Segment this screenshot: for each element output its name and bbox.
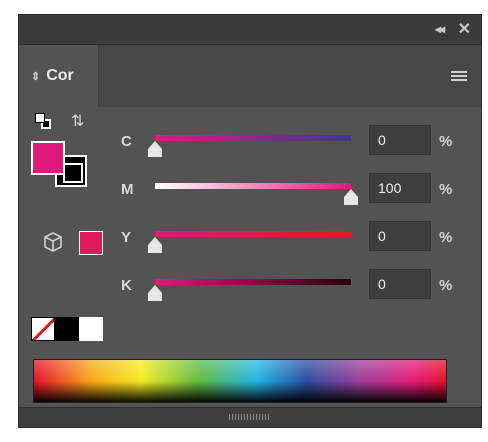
unit-k: % <box>439 277 453 294</box>
tab-row: ⇕ Cor <box>19 45 481 107</box>
slider-track-y[interactable] <box>155 231 351 237</box>
panel-content: ⇅ C 0 % M 100 % Y 0 % K 0 % <box>19 107 481 407</box>
slider-thumb-m[interactable] <box>344 189 358 205</box>
slider-label-m: M <box>121 181 134 198</box>
panel-title-bar: ◂◂ ✕ <box>19 15 481 45</box>
unit-y: % <box>439 229 453 246</box>
input-k[interactable]: 0 <box>369 269 431 299</box>
expand-options-icon[interactable]: ⇕ <box>31 70 40 83</box>
none-swatch[interactable] <box>31 317 55 341</box>
slider-label-k: K <box>121 277 132 294</box>
slider-label-y: Y <box>121 229 132 246</box>
input-m[interactable]: 100 <box>369 173 431 203</box>
input-y[interactable]: 0 <box>369 221 431 251</box>
slider-thumb-y[interactable] <box>148 237 162 253</box>
slider-row-c: C 0 % <box>19 121 481 165</box>
close-icon[interactable]: ✕ <box>458 19 471 39</box>
slider-track-k[interactable] <box>155 279 351 285</box>
resize-grip[interactable] <box>229 414 269 420</box>
unit-m: % <box>439 181 453 198</box>
panel-bottom-bar <box>19 407 481 427</box>
slider-track-c[interactable] <box>155 135 351 141</box>
slider-row-m: M 100 % <box>19 169 481 213</box>
quick-swatches <box>31 317 103 341</box>
tab-color[interactable]: ⇕ Cor <box>19 45 99 107</box>
slider-row-k: K 0 % <box>19 265 481 309</box>
slider-track-m[interactable] <box>155 183 351 189</box>
panel-menu-icon[interactable] <box>451 71 467 83</box>
collapse-panel-icon[interactable]: ◂◂ <box>435 22 445 36</box>
color-spectrum[interactable] <box>33 359 447 403</box>
slider-thumb-c[interactable] <box>148 141 162 157</box>
slider-label-c: C <box>121 133 132 150</box>
slider-row-y: Y 0 % <box>19 217 481 261</box>
white-swatch[interactable] <box>79 317 103 341</box>
unit-c: % <box>439 133 453 150</box>
slider-thumb-k[interactable] <box>148 285 162 301</box>
tab-color-label: Cor <box>46 67 74 84</box>
black-swatch[interactable] <box>55 317 79 341</box>
color-panel: ◂◂ ✕ ⇕ Cor ⇅ C 0 % M 100 % Y 0 % K 0 % <box>18 14 482 428</box>
input-c[interactable]: 0 <box>369 125 431 155</box>
